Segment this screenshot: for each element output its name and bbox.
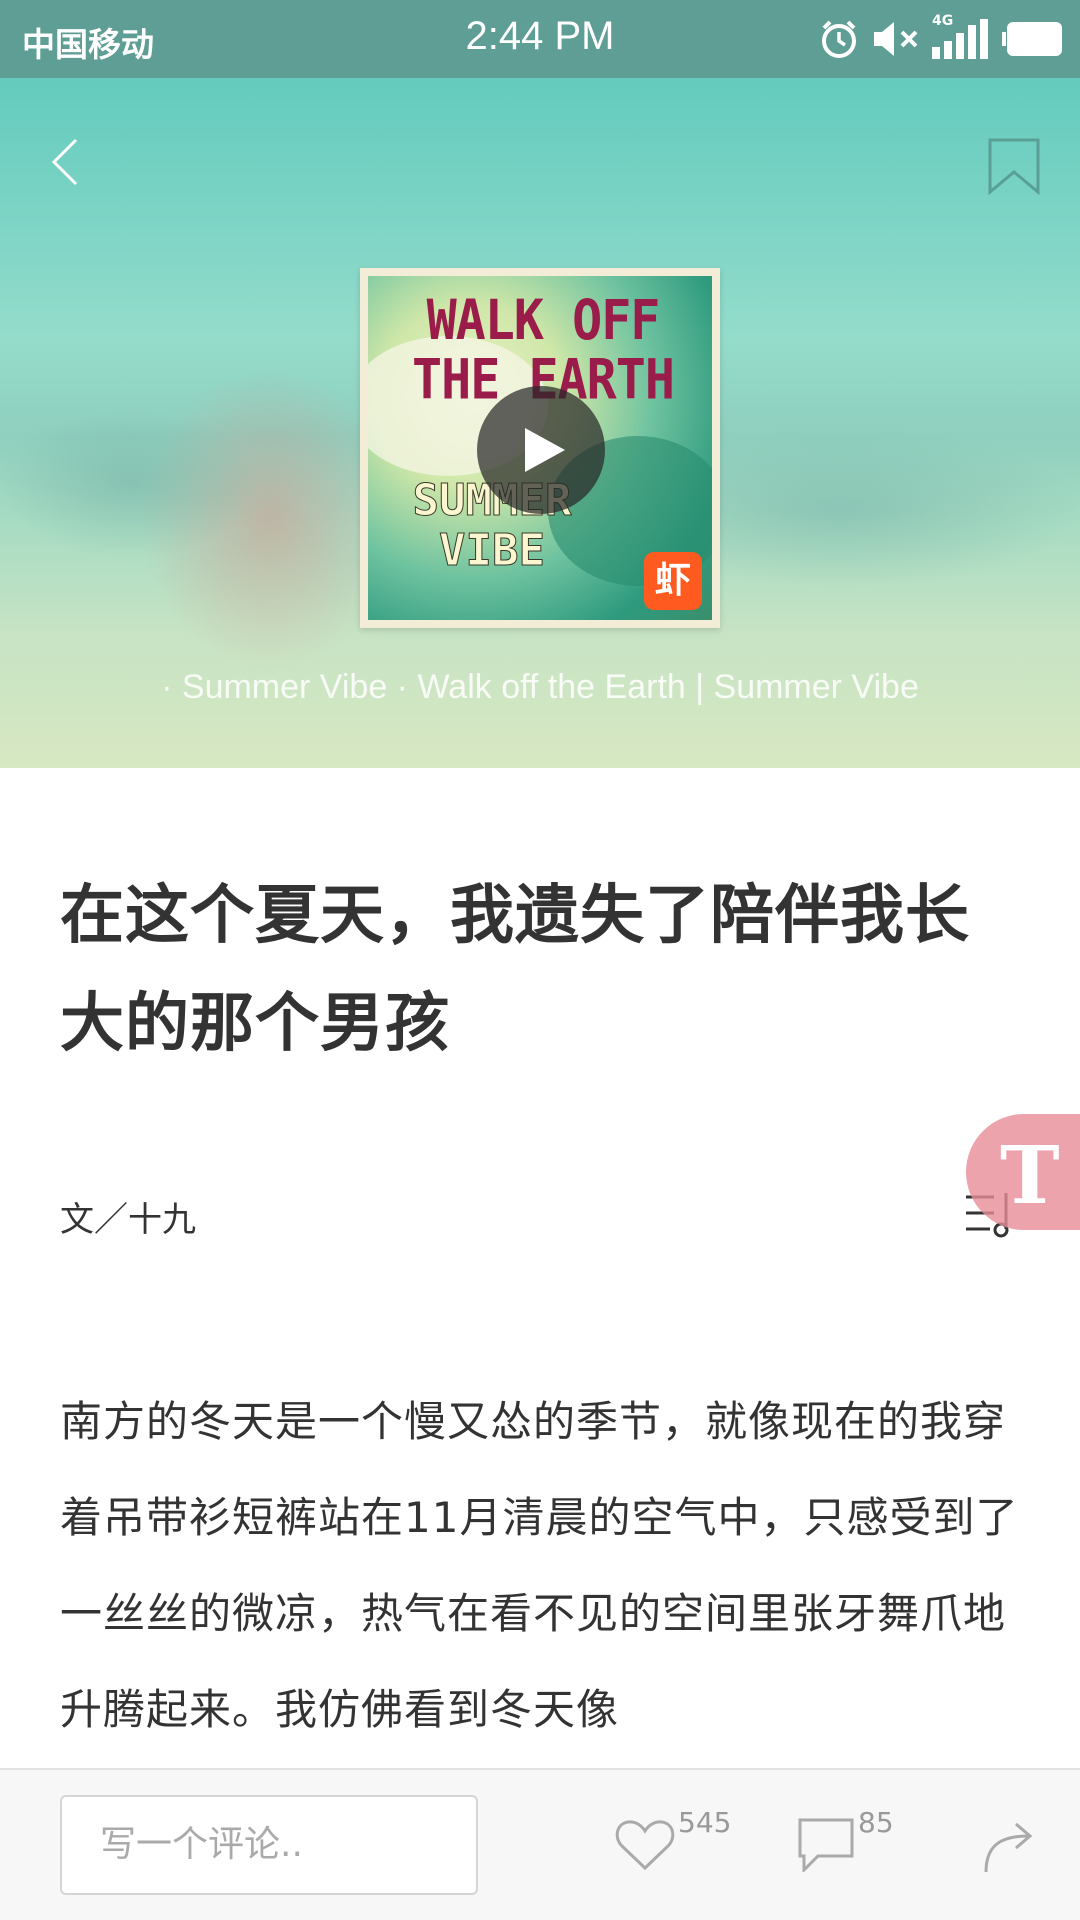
chevron-left-icon — [51, 138, 78, 186]
article-title: 在这个夏天，我遗失了陪伴我长大的那个男孩 — [60, 879, 970, 1061]
bookmark-button[interactable] — [984, 118, 1044, 198]
comments-button[interactable]: 85 — [796, 1806, 916, 1886]
like-count: 545 — [678, 1806, 732, 1839]
status-bar: 中国移动 2:44 PM 4G — [0, 0, 1080, 78]
share-button[interactable] — [980, 1816, 1040, 1886]
music-hero: WALK OFF THE EARTH SUMMER VIBE 虾 · Summe… — [0, 78, 1080, 768]
like-button[interactable]: 545 — [614, 1806, 734, 1886]
share-icon — [984, 1822, 1033, 1873]
heart-icon — [615, 1820, 675, 1871]
play-button[interactable] — [477, 386, 605, 514]
alarm-icon — [818, 18, 860, 60]
xiami-logo: 虾 — [644, 552, 702, 610]
comment-icon — [798, 1818, 854, 1874]
back-button[interactable] — [40, 118, 100, 198]
comment-count: 85 — [858, 1806, 894, 1839]
signal-icon: 4G — [932, 13, 990, 59]
text-size-button[interactable]: T — [966, 1114, 1080, 1230]
comment-input[interactable]: 写一个评论.. — [60, 1795, 478, 1895]
song-caption: · Summer Vibe · Walk off the Earth | Sum… — [161, 668, 919, 706]
bottom-action-bar: 写一个评论.. 545 85 — [0, 1768, 1080, 1920]
bookmark-icon — [988, 138, 1040, 196]
status-icons: 4G — [818, 13, 1062, 64]
text-format-icon: T — [1000, 1128, 1060, 1222]
article-body: 南方的冬天是一个慢又怂的季节，就像现在的我穿着吊带衫短裤站在11月清晨的空气中，… — [60, 1397, 1019, 1734]
battery-icon — [1002, 22, 1062, 56]
play-icon — [525, 428, 565, 472]
article-author: 文／十九 — [60, 1200, 196, 1240]
network-type: 4G — [932, 13, 954, 29]
mute-icon — [872, 19, 920, 59]
